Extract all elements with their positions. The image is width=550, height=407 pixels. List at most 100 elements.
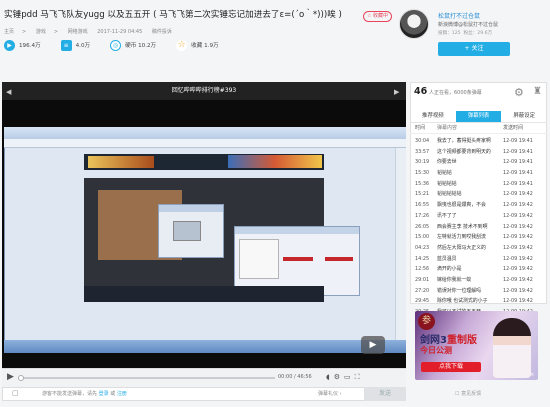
danmaku-row[interactable]: 04:23 然后左大阳马大正义的 12-09 19:42 — [410, 243, 547, 254]
video-frame-banner-right — [228, 155, 322, 168]
danmaku-time: 30:04 — [415, 138, 430, 144]
danmaku-row[interactable]: 26:05 西会赛主李 技术不到啊 12-09 19:42 — [410, 222, 547, 233]
send-danmaku-button[interactable]: 发送 — [364, 387, 406, 401]
danmaku-row[interactable]: 15:00 左特就活力到哎我刮流 12-09 19:42 — [410, 232, 547, 243]
settings-icon[interactable]: ⚙ — [334, 373, 344, 381]
danmaku-time: 15:36 — [415, 180, 430, 187]
lock-icon[interactable]: ♜ — [533, 86, 542, 97]
danmaku-etiquette-link[interactable]: 弹幕礼仪 › — [318, 390, 342, 397]
danmaku-time: 17:26 — [415, 212, 430, 219]
register-link[interactable]: 注册 — [117, 391, 127, 397]
ad-subtitle: 今日公测 — [420, 346, 452, 355]
danmaku-content: 除你哦 也试测式的小子 — [437, 298, 488, 305]
danmaku-row[interactable]: 14:25 蓝员温员 12-09 19:42 — [410, 254, 547, 265]
danmaku-time: 29:01 — [415, 276, 430, 283]
danmaku-row[interactable]: 15:21 韬韬韬韬韬 12-09 19:42 — [410, 189, 547, 200]
progress-bar[interactable] — [18, 375, 275, 381]
danmaku-content: 滴开的小是 — [437, 266, 462, 273]
coin-icon: ◎ — [110, 39, 122, 51]
watching-suffix: 人正在看，6000条弹幕 — [429, 90, 482, 96]
ad-download-button[interactable]: 点我下载 — [421, 362, 481, 372]
uploader-meta: 投稿：125 粉丝：29.6万 — [438, 31, 493, 36]
danmaku-row[interactable]: 15:30 韬韬韬 12-09 19:41 — [410, 168, 547, 179]
tab-recommended[interactable]: 推荐视频 — [410, 111, 456, 122]
danmaku-list: 30:04 我去了，蓄得挺头疼家啊 12-09 19:41 33:57 这个视频都要背到… — [410, 136, 547, 339]
progress-knob[interactable] — [18, 375, 24, 381]
danmaku-sent-time: 12-09 19:41 — [503, 159, 533, 166]
time-display: 00:00 / 46:56 — [278, 374, 312, 380]
danmaku-sent-time: 12-09 19:42 — [503, 191, 533, 198]
follow-button[interactable]: + 关注 — [438, 42, 510, 56]
play-icon: ▶ — [4, 39, 15, 51]
danmaku-time: 14:25 — [415, 255, 430, 262]
fullscreen-icon[interactable]: ⛶ — [355, 373, 364, 381]
next-arrow-icon[interactable]: ▶ — [394, 88, 399, 96]
favorite-stat[interactable]: ☆ 收藏 1.9万 — [176, 39, 219, 51]
player-header-title: 回忆哔哔哔排行榜#393 — [2, 82, 406, 100]
danmaku-time: 16:55 — [415, 202, 430, 209]
tab-block-settings[interactable]: 屏蔽设定 — [501, 111, 547, 122]
video-frame-taskbar — [4, 340, 406, 353]
breadcrumb-home[interactable]: 主页 — [4, 29, 14, 35]
feedback-link[interactable]: ☐ 意见反馈 — [455, 390, 481, 397]
uploader-desc: 新浪微博@松鼠打不过仓鼠 — [438, 22, 499, 28]
danmaku-sent-time: 12-09 19:42 — [503, 266, 533, 273]
play-pause-icon[interactable]: ▶ — [7, 372, 14, 382]
uploader-name[interactable]: 松鼠打不过仓鼠 — [438, 11, 480, 20]
tab-danmaku-list[interactable]: 弹幕列表 — [455, 111, 502, 122]
danmaku-time: 15:30 — [415, 170, 430, 177]
volume-icon[interactable]: ◖ — [326, 373, 334, 381]
danmaku-content: 错误对你一位理解吗 — [437, 287, 482, 294]
danmaku-row[interactable]: 12:56 滴开的小是 12-09 19:42 — [410, 264, 547, 275]
danmaku-row[interactable]: 27:20 错误对你一位理解吗 12-09 19:42 — [410, 286, 547, 297]
breadcrumb-game[interactable]: 游戏 — [36, 29, 46, 35]
player-control-icons[interactable]: ◖⚙▭⛶ — [326, 373, 364, 382]
danmaku-row[interactable]: 17:26 讯不了了 12-09 19:42 — [410, 211, 547, 222]
danmaku-time: 33:57 — [415, 148, 430, 155]
report-link[interactable]: 稿件投诉 — [152, 29, 172, 35]
danmaku-stat: ≡ 4.0万 — [60, 39, 90, 51]
danmaku-row[interactable]: 30:19 你要去世 12-09 19:41 — [410, 157, 547, 168]
uploader-avatar[interactable] — [399, 9, 429, 39]
coins-stat[interactable]: ◎ 硬币 10.2万 — [110, 39, 156, 51]
ad-logo-icon: 参 — [418, 313, 435, 330]
danmaku-style-icon[interactable]: ▢ — [12, 389, 19, 397]
danmaku-sent-time: 12-09 19:42 — [503, 276, 533, 283]
danmaku-content: 飘曳也很是爆爽，不会 — [437, 202, 486, 209]
gear-icon[interactable]: ⚙ — [514, 86, 524, 99]
danmaku-icon: ≡ — [60, 39, 72, 51]
danmaku-row[interactable]: 15:36 韬韬韬韬 12-09 19:41 — [410, 179, 547, 190]
danmaku-sent-time: 12-09 19:41 — [503, 180, 533, 187]
danmaku-sent-time: 12-09 19:42 — [503, 287, 533, 294]
video-frame-address-bar — [4, 139, 406, 148]
favorite-badge[interactable]: ☆ 收藏中 — [363, 11, 392, 22]
big-play-icon[interactable]: ▶ — [361, 336, 385, 354]
danmaku-sent-time: 12-09 19:42 — [503, 202, 533, 209]
ad-character-image — [493, 318, 531, 378]
views-stat: ▶ 196.4万 — [4, 39, 41, 51]
danmaku-content: 我去了，蓄得挺头疼家啊 — [437, 138, 491, 144]
video-meta: 主页 > 游戏 > 网络游戏 2017-11-29 04:45 稿件投诉 — [4, 29, 172, 35]
column-content[interactable]: 弹幕内容 — [432, 124, 499, 133]
danmaku-row[interactable]: 29:01 嫁给你我就一蚁 12-09 19:42 — [410, 275, 547, 286]
ad-close-icon[interactable]: × — [530, 372, 534, 378]
widescreen-icon[interactable]: ▭ — [344, 373, 355, 381]
danmaku-sent-time: 12-09 19:42 — [503, 255, 533, 262]
prev-arrow-icon[interactable]: ◀ — [6, 88, 11, 96]
feedback-icon: ☐ — [455, 391, 460, 397]
login-link[interactable]: 登录 — [99, 391, 109, 397]
danmaku-sent-time: 12-09 19:42 — [503, 244, 533, 251]
video-frame-browser-bar — [4, 127, 406, 139]
danmaku-row[interactable]: 33:57 这个视频都要背到明天的 12-09 19:41 — [410, 147, 547, 158]
danmaku-content: 你要去世 — [437, 159, 457, 166]
danmaku-row[interactable]: 30:04 我去了，蓄得挺头疼家啊 12-09 19:41 — [410, 136, 547, 147]
video-stats: ▶ 196.4万 ≡ 4.0万 ◎ 硬币 10.2万 ☆ 收藏 1.9万 — [4, 38, 239, 52]
column-time[interactable]: 时间 — [410, 124, 432, 133]
star-icon: ☆ — [176, 39, 188, 51]
breadcrumb-sub[interactable]: 网络游戏 — [68, 29, 88, 35]
video-title: 实锤pdd 马飞飞队友yugg 以及五五开 ( 马飞飞第二次实锤忘记加进去了ε=… — [4, 10, 342, 20]
danmaku-content: 韬韬韬 — [437, 170, 452, 177]
column-sent[interactable]: 发送时间 — [499, 124, 547, 133]
danmaku-row[interactable]: 16:55 飘曳也很是爆爽，不会 12-09 19:42 — [410, 200, 547, 211]
danmaku-row[interactable]: 29:45 除你哦 也试测式的小子 12-09 19:42 — [410, 296, 547, 307]
